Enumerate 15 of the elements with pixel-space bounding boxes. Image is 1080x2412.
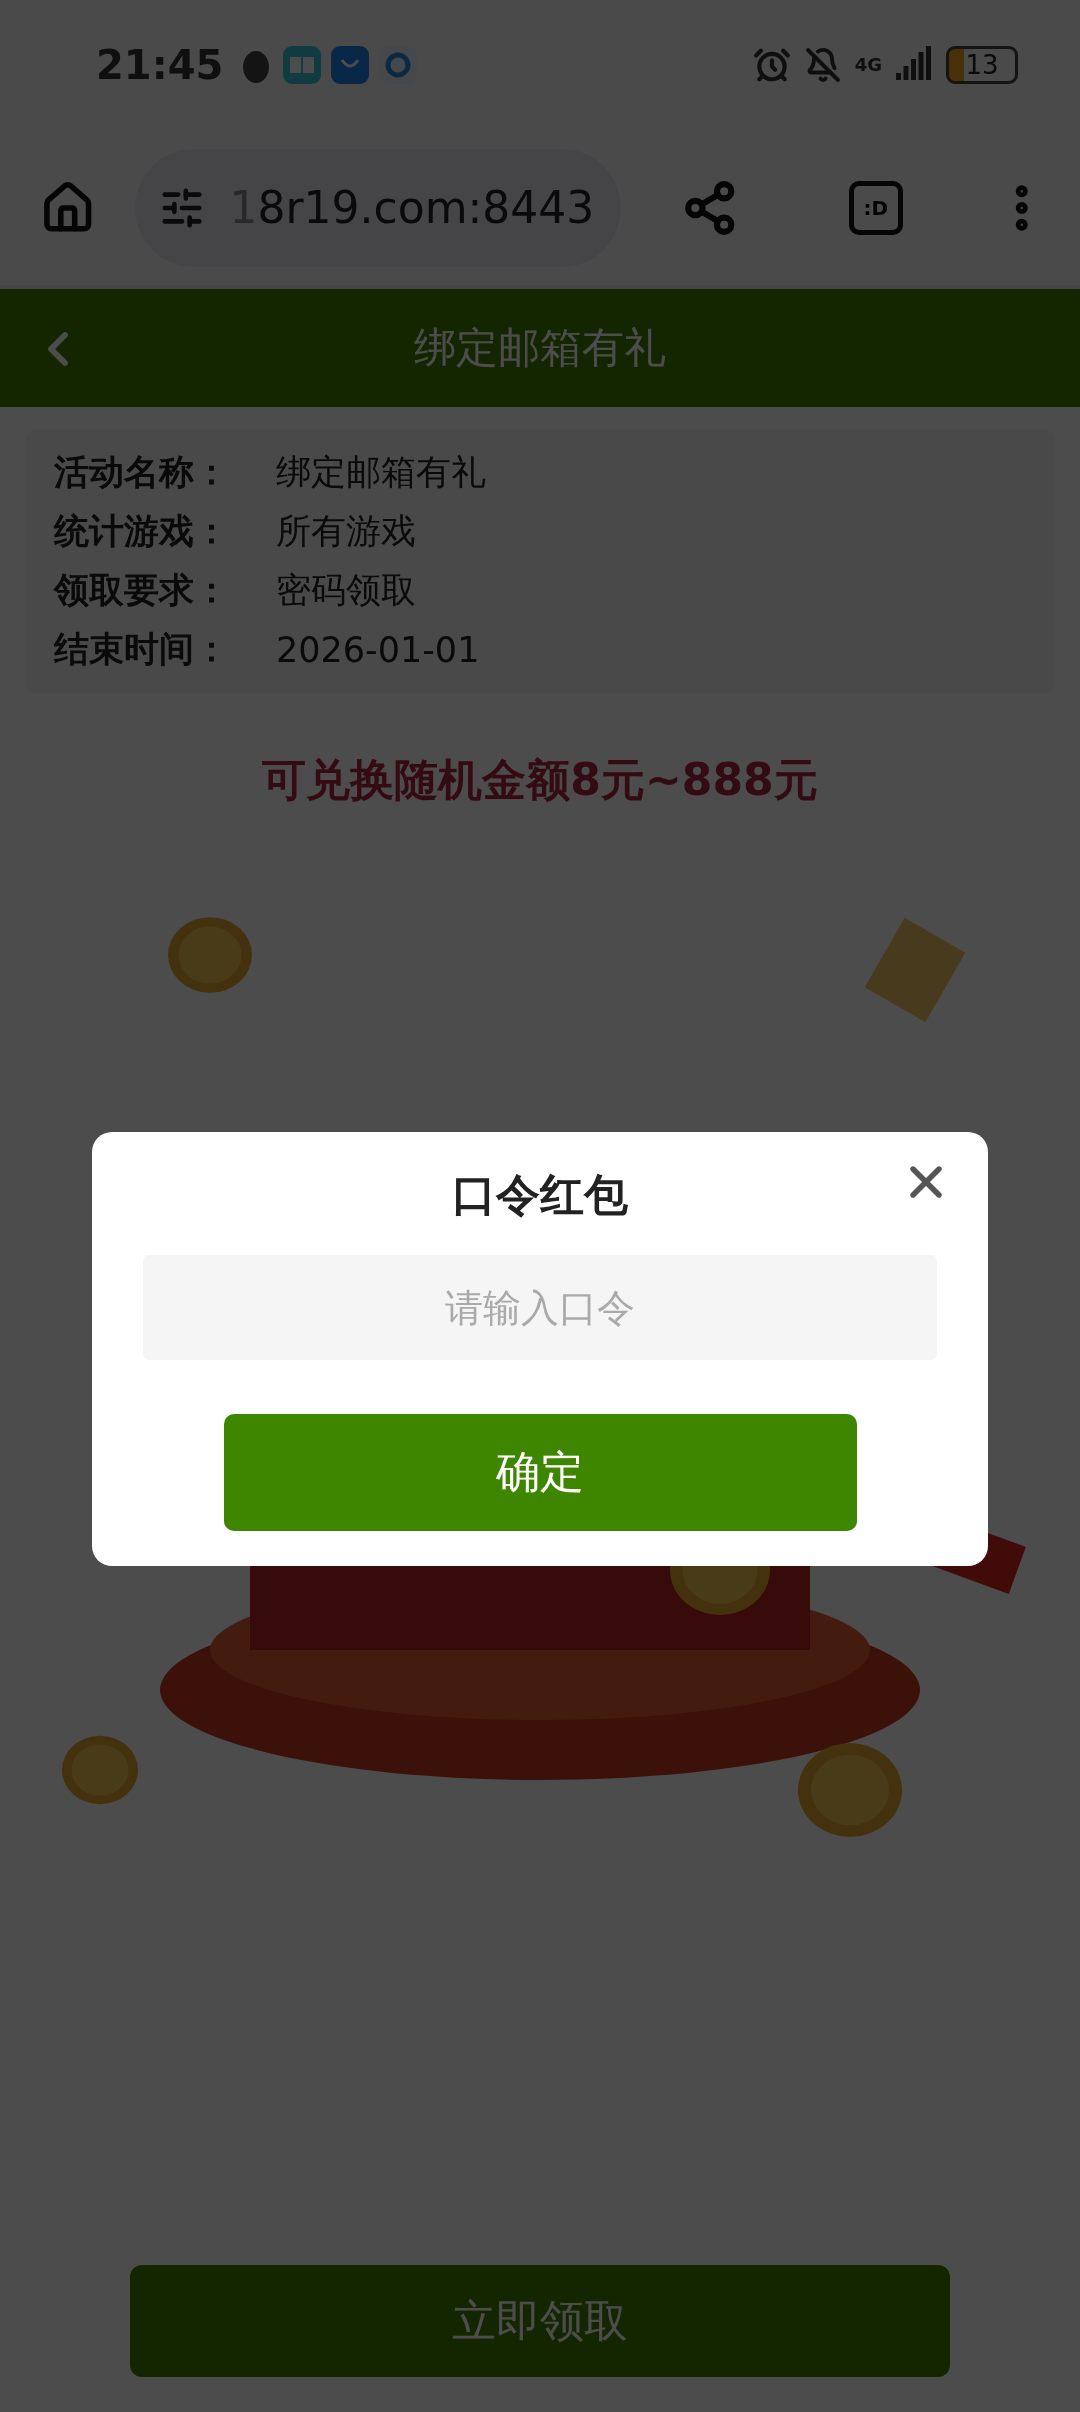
password-input-field[interactable]: 请输入口令 (143, 1255, 937, 1360)
info-value: 密码领取 (276, 569, 416, 612)
page-title: 绑定邮箱有礼 (414, 322, 666, 374)
prize-text: 可兑换随机金额8元~888元 (261, 753, 819, 807)
info-value: 所有游戏 (276, 510, 416, 553)
confirm-button[interactable]: 确定 (223, 1414, 857, 1531)
clock-time: 21:45 (96, 42, 224, 88)
dialog-title: 口令红包 (452, 1168, 628, 1222)
info-label: 结束时间： (54, 628, 230, 671)
info-label: 统计游戏： (54, 510, 230, 553)
info-value: 绑定邮箱有礼 (276, 451, 486, 494)
info-value: 2026-01-01 (276, 629, 480, 670)
network-type: 4G (854, 56, 882, 74)
info-label: 领取要求： (54, 569, 230, 612)
info-label: 活动名称： (54, 451, 230, 494)
